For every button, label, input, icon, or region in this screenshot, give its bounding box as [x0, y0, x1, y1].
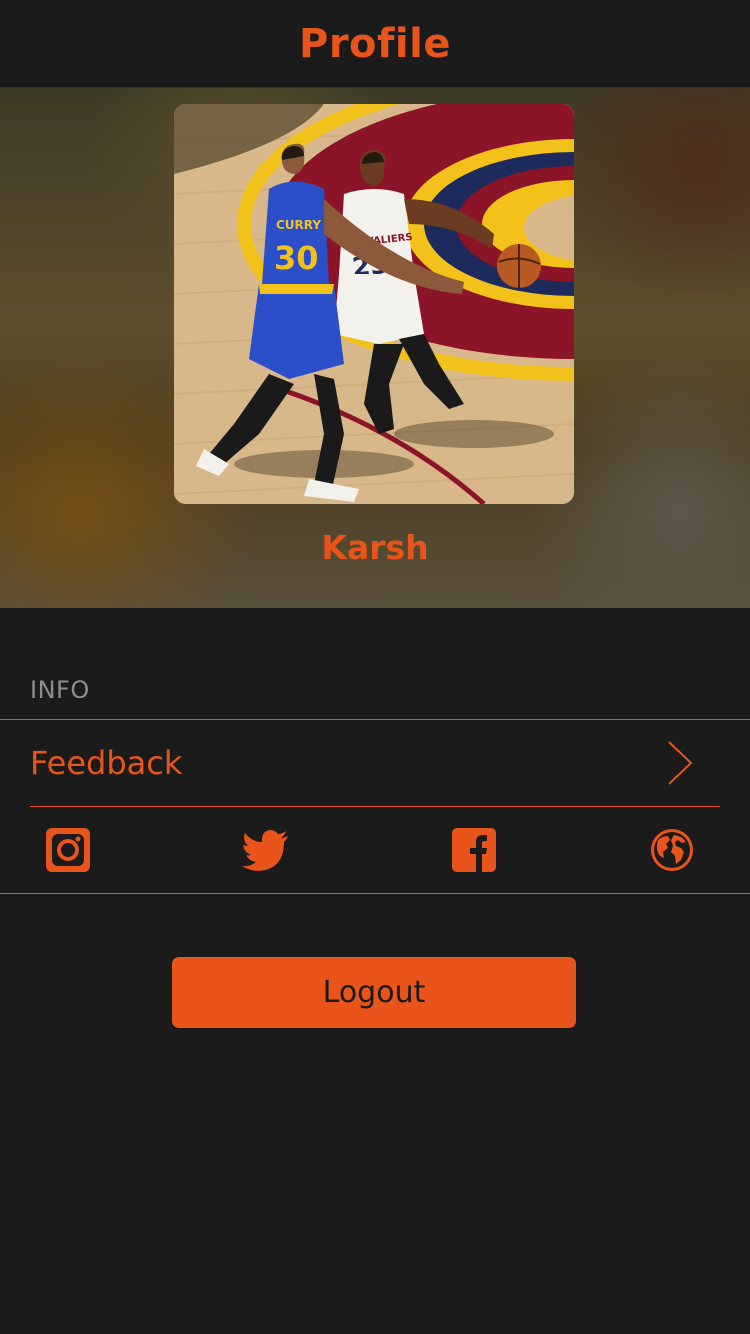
social-links — [0, 807, 750, 893]
page-title: Profile — [299, 20, 451, 67]
user-name: Karsh — [321, 528, 429, 567]
info-section-header: INFO — [30, 676, 90, 704]
feedback-row[interactable]: Feedback — [0, 720, 750, 806]
facebook-icon[interactable] — [450, 826, 498, 874]
player-one-jersey-text: CURRY — [276, 218, 321, 232]
instagram-icon[interactable] — [44, 826, 92, 874]
divider — [0, 893, 750, 894]
profile-header: CAVALIERS 23 CURRY 30 Karsh — [0, 88, 750, 608]
logout-button[interactable]: Logout — [172, 957, 576, 1028]
player-one-jersey-number: 30 — [274, 239, 319, 277]
profile-photo[interactable]: CAVALIERS 23 CURRY 30 — [174, 104, 574, 504]
chevron-right-icon — [668, 741, 693, 785]
navigation-bar: Profile — [0, 0, 750, 88]
twitter-icon[interactable] — [242, 826, 290, 874]
feedback-label: Feedback — [30, 744, 183, 782]
globe-icon[interactable] — [648, 826, 696, 874]
